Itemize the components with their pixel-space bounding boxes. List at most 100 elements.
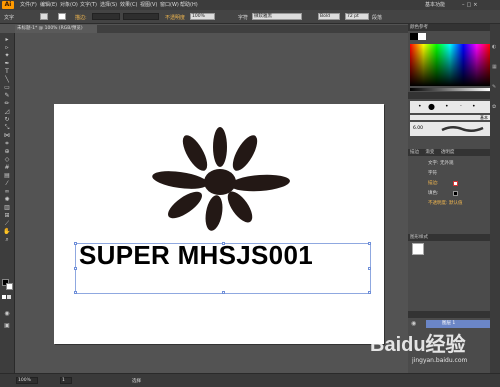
headline-text[interactable]: SUPER MHSJS001 <box>79 240 313 270</box>
menu-effect[interactable]: 效果(C) <box>120 1 137 9</box>
watermark-url: jingyan.baidu.com <box>412 357 468 364</box>
magic-wand-tool-icon[interactable]: ✦ <box>2 53 12 59</box>
selection-handle[interactable] <box>74 267 77 270</box>
direct-selection-tool-icon[interactable]: ▹ <box>2 45 12 51</box>
shape-builder-tool-icon[interactable]: ⊕ <box>2 149 12 155</box>
document-tab[interactable]: 未标题-1* @ 100% (RGB/预览) <box>15 25 97 33</box>
menu-edit[interactable]: 编辑(E) <box>40 1 57 9</box>
width-tool-icon[interactable]: ⋈ <box>2 133 12 139</box>
paragraph-label[interactable]: 段落 <box>372 14 382 21</box>
basic-brush-row[interactable]: 基本 <box>410 115 490 120</box>
paintbrush-tool-icon[interactable]: ✎ <box>2 93 12 99</box>
gradient-tool-icon[interactable]: ▤ <box>2 173 12 179</box>
symbol-sprayer-tool-icon[interactable]: ✺ <box>2 197 12 203</box>
scale-tool-icon[interactable]: ⤡ <box>2 125 12 131</box>
menu-window[interactable]: 窗口(W) <box>160 1 179 9</box>
font-size-field[interactable]: 72 pt <box>345 13 369 20</box>
menu-help[interactable]: 帮助(H) <box>180 1 198 9</box>
appearance-stroke-swatch[interactable] <box>453 181 458 186</box>
type-tool-icon[interactable]: T <box>2 69 12 75</box>
color-panel-icon[interactable]: ◐ <box>492 44 496 50</box>
app-logo: Ai <box>2 1 14 9</box>
stroke-swatch-small[interactable] <box>418 33 426 40</box>
screen-mode-icon[interactable]: ▣ <box>2 323 12 329</box>
font-style-field[interactable]: Bold <box>318 13 340 20</box>
brush-dot-icon[interactable]: ● <box>428 103 435 111</box>
font-label: 字符 <box>238 15 249 21</box>
selection-handle[interactable] <box>74 242 77 245</box>
appearance-characters[interactable]: 字符 <box>408 169 500 178</box>
basic-brush-label: 基本 <box>480 115 488 120</box>
eraser-tool-icon[interactable]: ◿ <box>2 109 12 115</box>
stroke-label[interactable]: 描边: <box>75 14 87 21</box>
panel-icon-strip: ◐ ▦ ✎ ✿ <box>490 24 500 373</box>
tab-gradient[interactable]: 渐变 <box>425 150 434 155</box>
opacity-label[interactable]: 不透明度 <box>165 14 185 21</box>
stroke-profile-field[interactable] <box>123 13 159 20</box>
menu-type[interactable]: 文字(T) <box>80 1 97 9</box>
current-tool-label: 选择 <box>132 379 141 384</box>
selection-handle[interactable] <box>368 242 371 245</box>
brush-dot-icon[interactable]: · <box>460 104 462 110</box>
perspective-tool-icon[interactable]: ◇ <box>2 157 12 163</box>
stroke-swatch[interactable] <box>58 13 66 20</box>
color-mode-icon[interactable] <box>2 295 6 299</box>
selection-handle[interactable] <box>368 267 371 270</box>
window-controls[interactable]: –□× <box>462 1 479 9</box>
zoom-field[interactable]: 100% <box>16 377 38 384</box>
flower-shape[interactable] <box>140 125 300 235</box>
slice-tool-icon[interactable]: ⟋ <box>2 221 12 227</box>
brush-dot-icon[interactable]: • <box>418 104 422 110</box>
gradient-mode-icon[interactable] <box>7 295 11 299</box>
swatches-panel-icon[interactable]: ▦ <box>492 64 497 70</box>
selection-handle[interactable] <box>222 291 225 294</box>
pencil-tool-icon[interactable]: ✏ <box>2 101 12 107</box>
menu-object[interactable]: 对象(O) <box>60 1 78 9</box>
menu-select[interactable]: 选择(S) <box>100 1 117 9</box>
hand-tool-icon[interactable]: ✋ <box>2 229 12 235</box>
stroke-color-icon[interactable] <box>6 283 13 290</box>
mesh-tool-icon[interactable]: # <box>2 165 12 171</box>
brush-dot-icon[interactable]: • <box>445 104 449 110</box>
draw-mode-icon[interactable]: ◉ <box>2 311 12 317</box>
selection-tool-icon[interactable]: ▸ <box>2 37 12 43</box>
line-tool-icon[interactable]: ╲ <box>2 77 12 83</box>
fill-swatch[interactable] <box>40 13 48 20</box>
selection-handle[interactable] <box>74 291 77 294</box>
control-label: 文字 <box>4 15 15 21</box>
brush-list[interactable]: • ● • · • <box>410 101 490 113</box>
blend-tool-icon[interactable]: ∞ <box>2 189 12 195</box>
stroke-preview[interactable]: 6.00 <box>410 122 490 136</box>
eyedropper-tool-icon[interactable]: ⁄ <box>2 181 12 187</box>
graph-tool-icon[interactable]: ▥ <box>2 205 12 211</box>
menu-file[interactable]: 文件(F) <box>20 1 37 9</box>
tab-transparency[interactable]: 透明度 <box>441 150 455 155</box>
symbols-panel-icon[interactable]: ✿ <box>492 104 496 110</box>
tab-stroke[interactable]: 描边 <box>410 150 419 155</box>
rotate-tool-icon[interactable]: ↻ <box>2 117 12 123</box>
color-guide-tab[interactable]: 颜色参考 <box>410 25 428 30</box>
rectangle-tool-icon[interactable]: ▭ <box>2 85 12 91</box>
appearance-opacity[interactable]: 不透明度: 默认值 <box>408 199 500 208</box>
zoom-tool-icon[interactable]: ⌕ <box>2 237 12 243</box>
watermark: Baidu经验 jingyan.baidu.com <box>360 320 490 370</box>
workspace-switcher[interactable]: 基本功能 <box>425 1 445 9</box>
appearance-fill-swatch[interactable] <box>453 191 458 196</box>
menu-view[interactable]: 视图(V) <box>140 1 157 9</box>
status-bar: 100% 1 选择 <box>0 373 500 387</box>
fill-swatch-small[interactable] <box>410 33 418 40</box>
control-bar: 文字 描边: 不透明度 100% 字符 微软雅黑 Bold 72 pt 段落 <box>0 10 500 24</box>
brushes-panel-icon[interactable]: ✎ <box>492 84 496 90</box>
stroke-weight-field[interactable] <box>92 13 120 20</box>
selection-handle[interactable] <box>368 291 371 294</box>
color-spectrum[interactable] <box>410 44 490 86</box>
font-family-field[interactable]: 微软雅黑 <box>252 13 302 20</box>
brush-dot-icon[interactable]: • <box>472 104 476 110</box>
opacity-field[interactable]: 100% <box>190 13 215 20</box>
grayscale-ramp[interactable] <box>410 88 490 91</box>
free-transform-tool-icon[interactable]: ⌗ <box>2 141 12 147</box>
graphic-style-default[interactable] <box>412 243 424 255</box>
artboard-tool-icon[interactable]: ⊞ <box>2 213 12 219</box>
pen-tool-icon[interactable]: ✒ <box>2 61 12 67</box>
artboard-number-field[interactable]: 1 <box>60 377 72 384</box>
